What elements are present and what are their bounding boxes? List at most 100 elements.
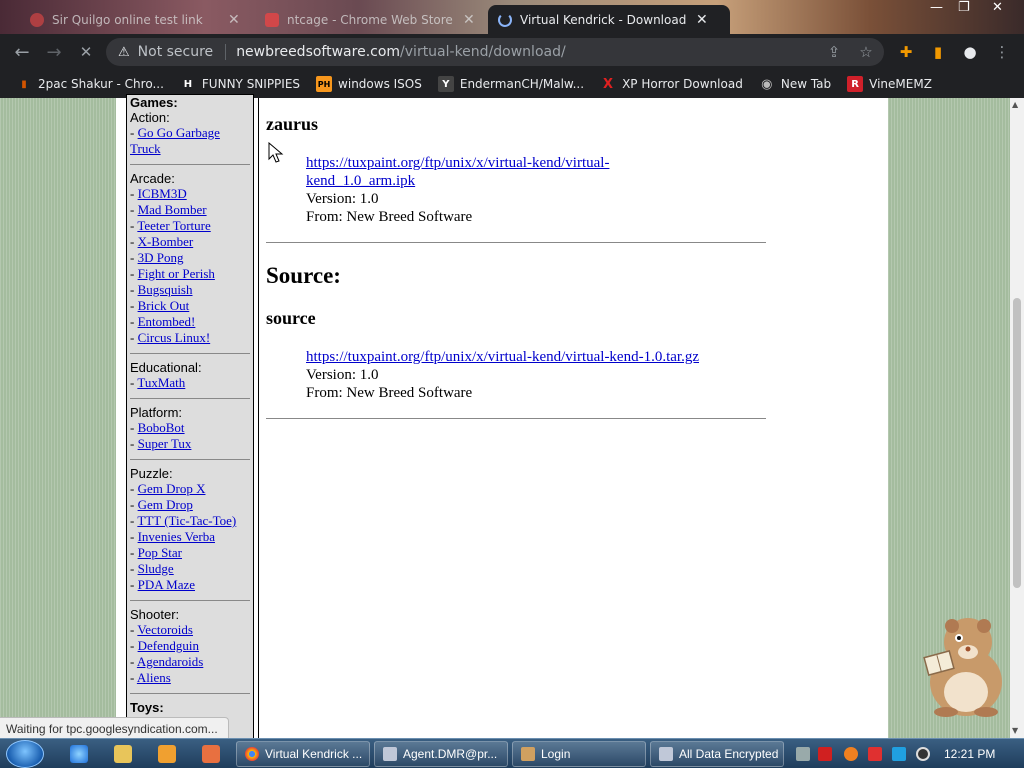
bookmark-new-tab[interactable]: ◉ New Tab	[759, 76, 831, 92]
back-button[interactable]: ←	[10, 40, 34, 64]
task-login[interactable]: Login	[512, 741, 646, 767]
security-label[interactable]: Not secure	[138, 44, 214, 60]
task-label: All Data Encrypted	[679, 747, 779, 761]
sidebar-link[interactable]: Fight or Perish	[138, 266, 215, 281]
hamster-desktop-pet[interactable]	[916, 612, 1008, 720]
extensions-icon[interactable]: ✚	[896, 42, 916, 62]
start-button[interactable]	[6, 740, 44, 768]
bookmark-2pac[interactable]: ▮ 2pac Shakur - Chro...	[16, 76, 164, 92]
tab-virtual-kendrick[interactable]: Virtual Kendrick - Download [Ne ✕	[488, 5, 730, 34]
minimize-button[interactable]: —	[930, 0, 943, 15]
sidebar-section-title: Puzzle:	[130, 466, 173, 481]
sidebar-link[interactable]: Bugsquish	[138, 282, 193, 297]
sidebar-item: - Invenies Verba	[130, 529, 215, 544]
tab-close-icon[interactable]: ✕	[228, 12, 240, 28]
sidebar-divider	[130, 398, 250, 399]
chrome-menu-icon[interactable]: ⋮	[992, 42, 1012, 62]
sidebar-section-title: Educational:	[130, 360, 202, 375]
forward-button[interactable]: →	[42, 40, 66, 64]
zaurus-download-link[interactable]: https://tuxpaint.org/ftp/unix/x/virtual-…	[306, 155, 609, 171]
sidebar-link[interactable]: 3D Pong	[138, 250, 184, 265]
tray-network-icon[interactable]	[796, 747, 810, 761]
sidebar-link[interactable]: Agendaroids	[137, 654, 203, 669]
sidebar-link[interactable]: X-Bomber	[138, 234, 194, 249]
bookmark-label: FUNNY SNIPPIES	[201, 77, 301, 91]
sidebar-link[interactable]: Brick Out	[138, 298, 190, 313]
share-icon[interactable]: ⇪	[824, 42, 844, 62]
profile-avatar-icon[interactable]: ●	[960, 42, 980, 62]
sidebar-link[interactable]: TTT (Tic-Tac-Toe)	[137, 513, 236, 528]
taskbar-clock[interactable]: 12:21 PM	[944, 739, 995, 768]
sidebar-item: - Teeter Torture	[130, 218, 211, 233]
stop-loading-button[interactable]: ✕	[74, 40, 98, 64]
address-bar[interactable]: ⚠ Not secure newbreedsoftware.com/virtua…	[106, 38, 884, 66]
tab-title: Virtual Kendrick - Download [Ne	[520, 12, 690, 27]
task-agent[interactable]: Agent.DMR@pr...	[374, 741, 508, 767]
bookmark-vinememz[interactable]: R VineMEMZ	[847, 76, 932, 92]
task-label: Agent.DMR@pr...	[403, 747, 498, 761]
side-panel-icon[interactable]: ▮	[928, 42, 948, 62]
scroll-down-icon[interactable]: ▼	[1012, 726, 1018, 735]
maximize-button[interactable]: ❐	[958, 0, 970, 15]
sidebar-link[interactable]: Sludge	[138, 561, 174, 576]
sidebar-link[interactable]: Aliens	[137, 670, 171, 685]
sidebar-link[interactable]: Invenies Verba	[138, 529, 215, 544]
scroll-up-icon[interactable]: ▲	[1012, 100, 1018, 109]
mouse-cursor-icon	[268, 142, 284, 163]
sidebar-link[interactable]: Circus Linux!	[138, 330, 211, 345]
sidebar-link[interactable]: ICBM3D	[138, 186, 187, 201]
media-player-icon[interactable]	[158, 745, 176, 763]
bookmark-windows-isos[interactable]: PH windows ISOS	[316, 76, 422, 92]
tab-favicon-icon	[265, 12, 279, 27]
close-window-button[interactable]: ✕	[992, 0, 1003, 15]
sidebar-link[interactable]: Teeter Torture	[137, 218, 210, 233]
file-explorer-icon[interactable]	[114, 745, 132, 763]
tray-v-icon[interactable]	[818, 747, 832, 761]
zaurus-download-link-cont[interactable]: kend_1.0_arm.ipk	[306, 173, 415, 189]
tray-search-icon[interactable]	[844, 747, 858, 761]
tray-speaker-icon[interactable]	[916, 747, 930, 761]
tab-strip: Sir Quilgo online test link ✕ ntcage - C…	[0, 0, 1024, 34]
bookmark-endermanch[interactable]: Y EndermanCH/Malw...	[437, 76, 584, 92]
sidebar-link[interactable]: Mad Bomber	[138, 202, 207, 217]
bookmark-star-icon[interactable]: ☆	[856, 42, 876, 62]
sidebar-divider	[130, 693, 250, 694]
window-icon	[383, 747, 397, 761]
bookmark-icon: R	[847, 76, 864, 92]
source-download-link[interactable]: https://tuxpaint.org/ftp/unix/x/virtual-…	[306, 349, 699, 365]
sidebar-item: - Entombed!	[130, 314, 196, 329]
warning-icon[interactable]: ⚠	[118, 45, 130, 60]
sidebar-link[interactable]: Super Tux	[138, 436, 192, 451]
bookmark-icon: X	[603, 76, 614, 92]
sidebar-link[interactable]: Vectoroids	[137, 622, 193, 637]
sidebar-item: - BoboBot	[130, 420, 185, 435]
sidebar-link[interactable]: Gem Drop	[138, 497, 193, 512]
tab-close-icon[interactable]: ✕	[463, 12, 475, 28]
sidebar-link[interactable]: Entombed!	[138, 314, 196, 329]
page-scrollbar[interactable]: ▲ ▼	[1010, 98, 1024, 740]
sidebar-link[interactable]: BoboBot	[138, 420, 185, 435]
bookmark-xp-horror[interactable]: X XP Horror Download	[600, 76, 743, 92]
sidebar-link[interactable]: Gem Drop X	[138, 481, 206, 496]
sidebar-link[interactable]: Defendguin	[138, 638, 199, 653]
bookmark-label: New Tab	[780, 77, 832, 91]
window-icon	[659, 747, 673, 761]
internet-explorer-icon[interactable]	[70, 745, 88, 763]
bookmark-funny-snippies[interactable]: H FUNNY SNIPPIES	[180, 76, 300, 92]
sidebar-link[interactable]: Go Go Garbage Truck	[130, 125, 220, 156]
task-all-data-encrypted[interactable]: All Data Encrypted	[650, 741, 784, 767]
sidebar-link[interactable]: TuxMath	[137, 375, 185, 390]
app-launcher-icon[interactable]	[202, 745, 220, 763]
tray-display-icon[interactable]	[892, 747, 906, 761]
sidebar-item: - Agendaroids	[130, 654, 204, 669]
task-chrome[interactable]: Virtual Kendrick ...	[236, 741, 370, 767]
tab-chrome-web-store[interactable]: ntcage - Chrome Web Store ✕	[255, 5, 485, 34]
tab-close-icon[interactable]: ✕	[696, 12, 708, 28]
sidebar-item: - Bugsquish	[130, 282, 193, 297]
sidebar-link[interactable]: PDA Maze	[138, 577, 195, 592]
sidebar-item: - TuxMath	[130, 375, 186, 390]
tray-flag-icon[interactable]	[868, 747, 882, 761]
scroll-thumb[interactable]	[1013, 298, 1021, 588]
tab-quilgo[interactable]: Sir Quilgo online test link ✕	[20, 5, 250, 34]
sidebar-link[interactable]: Pop Star	[138, 545, 182, 560]
